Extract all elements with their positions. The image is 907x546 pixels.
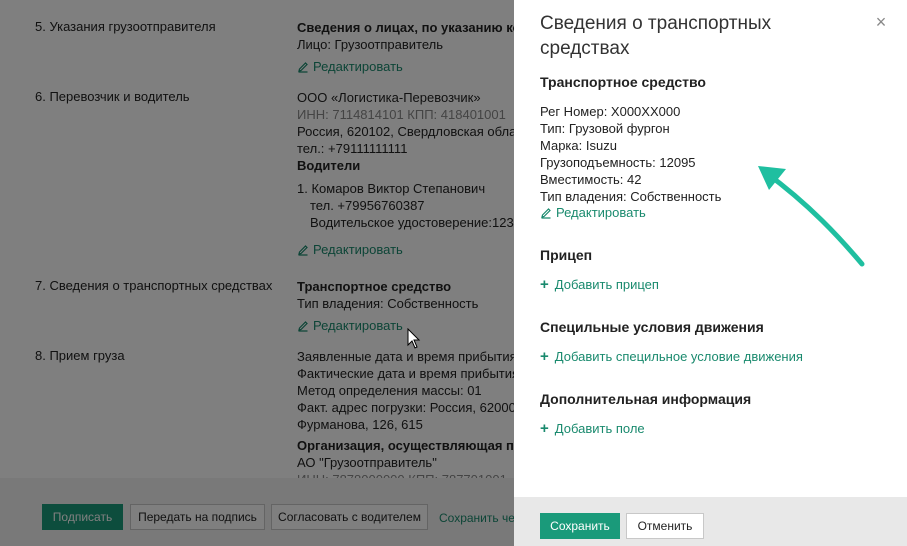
close-icon[interactable]: × xyxy=(873,13,889,31)
vehicle-details: Рег Номер: Х000ХХ000 Тип: Грузовой фурго… xyxy=(540,103,721,205)
add-field-label: Добавить поле xyxy=(554,421,645,436)
add-trailer-link[interactable]: + Добавить прицеп xyxy=(540,277,659,292)
vehicle-brand: Марка: Isuzu xyxy=(540,138,617,153)
save-button[interactable]: Сохранить xyxy=(540,513,620,539)
vehicle-type: Тип: Грузовой фургон xyxy=(540,121,670,136)
extra-info-heading: Дополнительная информация xyxy=(540,391,752,407)
pencil-icon xyxy=(541,207,551,219)
plus-icon: + xyxy=(540,420,549,437)
vehicle-ownership: Тип владения: Собственность xyxy=(540,189,722,204)
add-trailer-label: Добавить прицеп xyxy=(554,277,659,292)
plus-icon: + xyxy=(540,276,549,293)
add-special-condition-link[interactable]: + Добавить специльное условие движения xyxy=(540,349,803,364)
special-conditions-heading: Специльные условия движения xyxy=(540,319,764,335)
panel-footer: Сохранить Отменить xyxy=(514,497,907,546)
modal-overlay[interactable] xyxy=(0,0,514,546)
panel-title: Сведения о транспортных средствах xyxy=(540,13,772,59)
add-field-link[interactable]: + Добавить поле xyxy=(540,421,645,436)
add-special-label: Добавить специльное условие движения xyxy=(554,349,803,364)
vehicle-edit-link[interactable]: Редактировать xyxy=(540,205,646,220)
cancel-button[interactable]: Отменить xyxy=(626,513,704,539)
trailer-heading: Прицеп xyxy=(540,247,593,263)
annotation-arrow-icon xyxy=(758,166,865,267)
vehicle-capacity: Грузоподъемность: 12095 xyxy=(540,155,696,170)
mouse-cursor-icon xyxy=(407,328,421,349)
vehicle-reg-number: Рег Номер: Х000ХХ000 xyxy=(540,104,681,119)
vehicle-heading: Транспортное средство xyxy=(540,74,706,90)
edit-label: Редактировать xyxy=(556,205,646,220)
plus-icon: + xyxy=(540,348,549,365)
vehicle-volume: Вместимость: 42 xyxy=(540,172,642,187)
